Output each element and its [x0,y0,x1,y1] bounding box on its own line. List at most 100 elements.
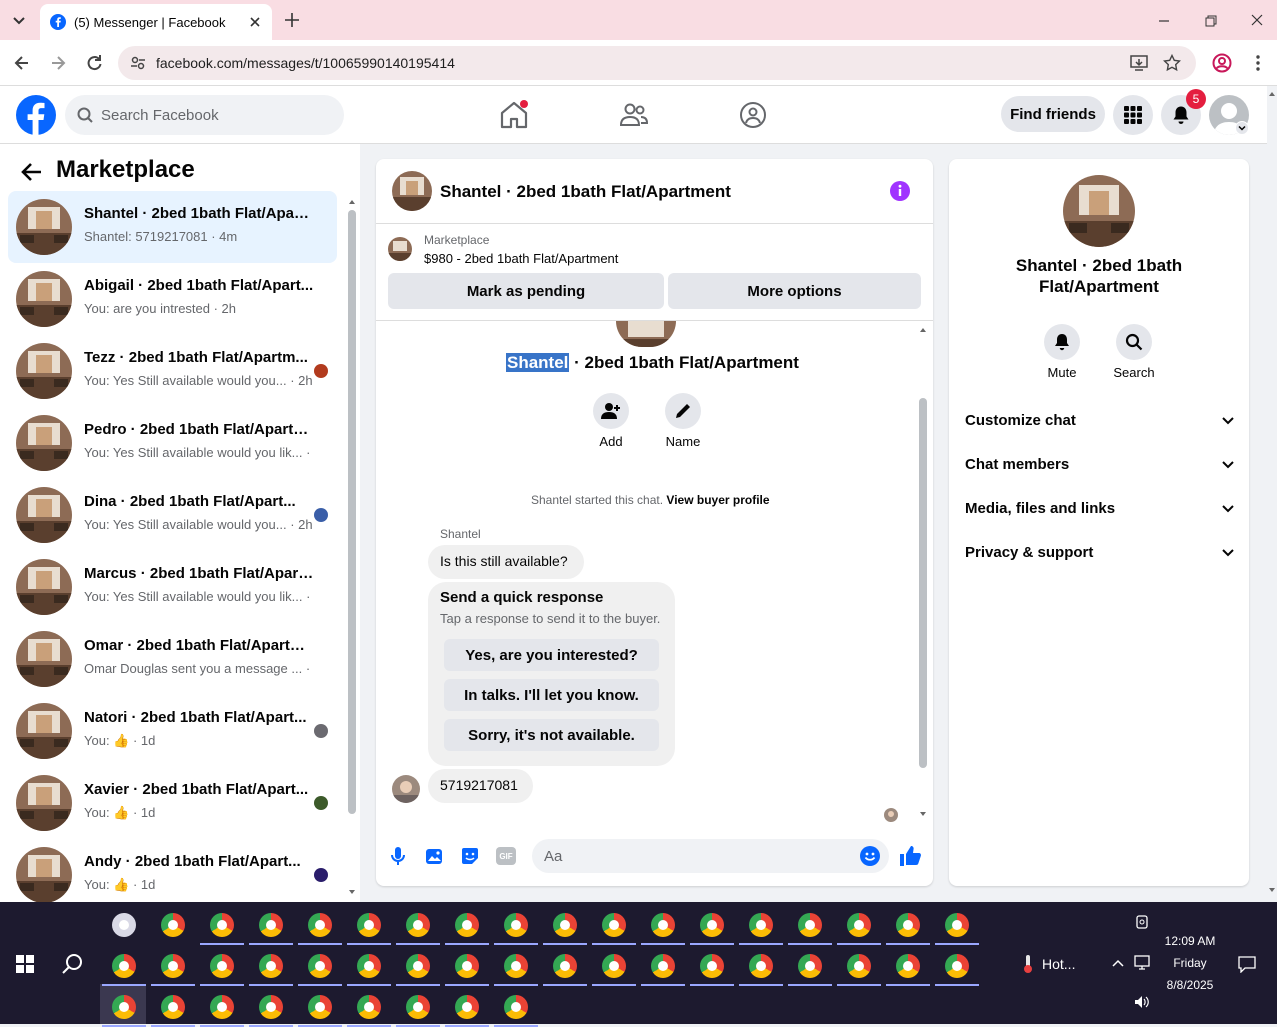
home-nav-icon[interactable] [499,100,529,130]
customize-chat-section[interactable]: Customize chat [965,412,1235,429]
chrome-profile-icon[interactable] [259,995,283,1019]
menu-grid-button[interactable] [1113,95,1153,135]
chrome-profile-icon[interactable] [798,913,822,937]
conversation-item[interactable]: Marcus · 2bed 1bath Flat/Apart... You: Ye… [8,551,337,623]
chrome-profile-icon[interactable] [357,913,381,937]
chrome-profile-icon[interactable] [798,954,822,978]
browser-tab-messenger[interactable]: (5) Messenger | Facebook [40,4,272,40]
find-friends-button[interactable]: Find friends [1001,96,1105,132]
chat-members-section[interactable]: Chat members [965,456,1235,473]
new-tab-icon[interactable] [283,11,301,29]
paint-app-icon[interactable] [112,913,136,937]
profile-icon[interactable] [1212,53,1232,73]
chrome-profile-icon[interactable] [259,913,283,937]
taskbar-search-icon[interactable] [61,953,83,975]
chrome-profile-icon[interactable] [455,954,479,978]
chrome-profile-icon[interactable] [357,954,381,978]
close-window-icon[interactable] [1249,12,1265,28]
conversation-item[interactable]: Andy · 2bed 1bath Flat/Apart... You: 👍 · … [8,839,337,911]
site-settings-icon[interactable] [130,55,146,71]
system-clock[interactable]: 12:09 AM Friday 8/8/2025 [1150,930,1230,996]
privacy-support-section[interactable]: Privacy & support [965,544,1235,561]
chrome-profile-icon[interactable] [896,913,920,937]
chat-scrollbar[interactable] [917,322,929,822]
back-icon[interactable] [12,53,32,73]
chrome-profile-icon[interactable] [749,954,773,978]
chrome-profile-icon[interactable] [406,913,430,937]
chrome-profile-icon[interactable] [112,954,136,978]
chrome-profile-icon[interactable] [847,913,871,937]
search-facebook-input[interactable]: Search Facebook [65,95,344,135]
conversation-item[interactable]: Xavier · 2bed 1bath Flat/Apart... You: 👍 … [8,767,337,839]
photo-attach-icon[interactable] [425,846,445,866]
close-tab-icon[interactable] [248,15,262,29]
media-files-links-section[interactable]: Media, files and links [965,500,1235,517]
volume-icon[interactable] [1133,994,1151,1010]
account-chevron-icon[interactable] [1235,121,1249,135]
bookmark-star-icon[interactable] [1163,54,1181,72]
chrome-profile-icon[interactable] [602,913,626,937]
chat-header-title[interactable]: Shantel · 2bed 1bath Flat/Apartment [440,182,731,202]
chrome-profile-icon[interactable] [651,954,675,978]
chrome-profile-icon[interactable] [553,954,577,978]
chrome-profile-icon[interactable] [210,995,234,1019]
view-buyer-profile-link[interactable]: View buyer profile [666,493,769,507]
page-scrollbar[interactable] [1267,86,1277,902]
sticker-icon[interactable] [460,846,480,866]
chrome-profile-icon[interactable] [504,954,528,978]
chrome-profile-icon[interactable] [406,995,430,1019]
listing-thumbnail[interactable] [388,237,412,261]
sidebar-scrollbar[interactable] [346,194,358,902]
conversation-item[interactable]: Pedro · 2bed 1bath Flat/Apartm... You: Ye… [8,407,337,479]
chrome-profile-icon[interactable] [455,913,479,937]
back-arrow-icon[interactable] [20,160,44,184]
network-icon[interactable] [1133,955,1151,971]
quick-reply-in-talks-button[interactable]: In talks. I'll let you know. [444,679,659,711]
chrome-profile-icon[interactable] [504,913,528,937]
conversation-info-icon[interactable] [889,180,911,202]
notification-center-icon[interactable] [1238,955,1256,973]
chrome-profile-icon[interactable] [210,954,234,978]
chrome-profile-icon[interactable] [210,913,234,937]
chrome-profile-icon[interactable] [847,954,871,978]
message-bubble-phone[interactable]: 5719217081 [428,769,533,803]
quick-reply-yes-button[interactable]: Yes, are you interested? [444,639,659,671]
chrome-profile-icon[interactable] [553,913,577,937]
chrome-profile-icon[interactable] [406,954,430,978]
details-avatar[interactable] [1063,175,1135,247]
chrome-profile-icon[interactable] [945,954,969,978]
message-bubble[interactable]: Is this still available? [428,545,584,579]
chrome-profile-icon[interactable] [357,995,381,1019]
browser-menu-icon[interactable] [1250,53,1266,73]
message-input[interactable]: Aa [532,839,889,873]
chrome-profile-icon[interactable] [455,995,479,1019]
edit-name-button[interactable] [665,393,701,429]
chrome-profile-icon[interactable] [651,913,675,937]
windows-start-icon[interactable] [16,955,34,973]
chrome-profile-icon[interactable] [112,995,136,1019]
add-people-button[interactable] [593,393,629,429]
chrome-profile-icon[interactable] [504,995,528,1019]
voice-clip-icon[interactable] [390,846,406,866]
reload-icon[interactable] [84,53,104,73]
send-like-icon[interactable] [899,845,921,867]
chrome-profile-icon[interactable] [749,913,773,937]
chrome-profile-icon[interactable] [161,954,185,978]
weather-widget[interactable]: Hot... [1022,954,1075,974]
chrome-profile-icon[interactable] [602,954,626,978]
forward-icon[interactable] [48,53,68,73]
friends-nav-icon[interactable] [619,100,649,130]
gif-icon[interactable]: GIF [496,847,516,865]
chrome-profile-icon[interactable] [308,954,332,978]
restore-icon[interactable] [1203,13,1219,29]
chrome-profile-icon[interactable] [896,954,920,978]
chrome-profile-icon[interactable] [945,913,969,937]
listing-title[interactable]: $980 - 2bed 1bath Flat/Apartment [424,251,618,266]
facebook-logo-icon[interactable] [16,95,56,135]
conversation-item[interactable]: Shantel · 2bed 1bath Flat/Apart... Shante… [8,191,337,263]
chrome-profile-icon[interactable] [161,913,185,937]
sender-avatar[interactable] [392,775,420,803]
address-bar[interactable]: facebook.com/messages/t/1006599014019541… [118,46,1196,80]
conversation-item[interactable]: Tezz · 2bed 1bath Flat/Apartm... You: Yes… [8,335,337,407]
quick-reply-sorry-button[interactable]: Sorry, it's not available. [444,719,659,751]
